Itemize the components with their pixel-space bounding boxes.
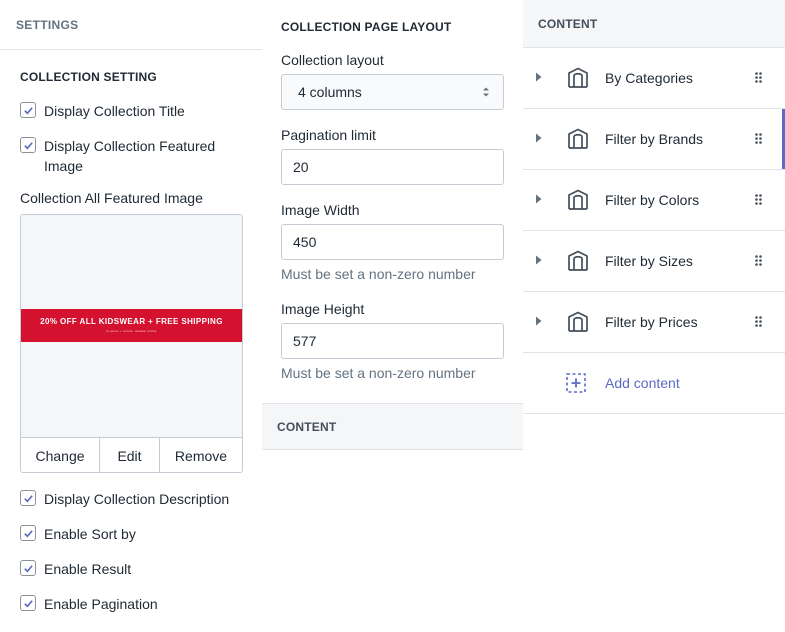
checkbox-label: Display Collection Title bbox=[44, 103, 185, 119]
collection-layout-label: Collection layout bbox=[281, 52, 384, 68]
promo-banner-image: 20% OFF ALL KIDSWEAR + FREE SHIPPING in-… bbox=[21, 309, 242, 342]
content-item-label: Filter by Sizes bbox=[605, 253, 693, 269]
image-preview: 20% OFF ALL KIDSWEAR + FREE SHIPPING in-… bbox=[21, 215, 242, 437]
section-icon bbox=[568, 128, 588, 149]
image-actions: Change Edit Remove bbox=[21, 437, 242, 472]
checkbox-label: Enable Result bbox=[44, 561, 132, 577]
enable-sort-checkbox[interactable]: Enable Sort by bbox=[20, 524, 136, 544]
banner-text: 20% OFF ALL KIDSWEAR + FREE SHIPPING bbox=[40, 317, 223, 326]
caret-right-icon[interactable] bbox=[535, 133, 543, 143]
pagination-limit-input[interactable]: 20 bbox=[281, 149, 504, 185]
drag-handle-icon[interactable] bbox=[755, 194, 762, 205]
section-icon bbox=[568, 250, 588, 271]
checkbox-label: Enable Sort by bbox=[44, 526, 136, 542]
content-header: CONTENT bbox=[523, 0, 785, 48]
content-item-label: Filter by Brands bbox=[605, 131, 704, 147]
settings-panel: SETTINGS COLLECTION SETTING Display Coll… bbox=[0, 0, 262, 632]
image-height-help: Must be set a non-zero number bbox=[281, 365, 476, 381]
checkbox-label: Display Collection Description bbox=[44, 491, 230, 507]
content-section-header: CONTENT bbox=[262, 403, 523, 450]
collection-page-layout-title: COLLECTION PAGE LAYOUT bbox=[281, 20, 452, 34]
caret-right-icon[interactable] bbox=[535, 194, 543, 204]
pagination-limit-label: Pagination limit bbox=[281, 127, 376, 143]
enable-pagination-checkbox[interactable]: Enable Pagination bbox=[20, 594, 158, 614]
content-item-label: Filter by Prices bbox=[605, 314, 698, 330]
banner-subtext: in-store + online. details online bbox=[106, 329, 157, 333]
add-content-button[interactable]: Add content bbox=[523, 353, 785, 414]
caret-right-icon[interactable] bbox=[535, 316, 543, 326]
image-height-input[interactable]: 577 bbox=[281, 323, 504, 359]
checkbox-checked-icon[interactable] bbox=[20, 595, 36, 611]
section-icon bbox=[568, 311, 588, 332]
checkbox-checked-icon[interactable] bbox=[20, 525, 36, 541]
display-description-checkbox[interactable]: Display Collection Description bbox=[20, 489, 229, 509]
section-icon bbox=[568, 67, 588, 88]
content-item-by-categories[interactable]: By Categories bbox=[523, 48, 785, 109]
display-collection-title-checkbox[interactable]: Display Collection Title bbox=[20, 101, 185, 121]
checkbox-checked-icon[interactable] bbox=[20, 560, 36, 576]
drag-handle-icon[interactable] bbox=[755, 133, 762, 144]
collection-setting-title: COLLECTION SETTING bbox=[20, 70, 157, 84]
featured-image-picker: 20% OFF ALL KIDSWEAR + FREE SHIPPING in-… bbox=[20, 214, 243, 473]
collection-layout-select[interactable]: 4 columns bbox=[281, 74, 504, 110]
select-arrows-icon bbox=[483, 87, 489, 97]
image-width-input[interactable]: 450 bbox=[281, 224, 504, 260]
image-height-label: Image Height bbox=[281, 301, 365, 317]
checkbox-label: Enable Pagination bbox=[44, 596, 158, 612]
settings-header: SETTINGS bbox=[0, 0, 262, 50]
checkbox-label: Display Collection Featured Image bbox=[44, 138, 216, 174]
featured-image-label: Collection All Featured Image bbox=[20, 190, 203, 206]
drag-handle-icon[interactable] bbox=[755, 72, 762, 83]
caret-right-icon[interactable] bbox=[535, 72, 543, 82]
drag-handle-icon[interactable] bbox=[755, 316, 762, 327]
drag-handle-icon[interactable] bbox=[755, 255, 762, 266]
display-featured-image-checkbox[interactable]: Display Collection Featured Image bbox=[20, 136, 230, 176]
add-section-icon bbox=[566, 373, 586, 393]
layout-panel: COLLECTION PAGE LAYOUT Collection layout… bbox=[262, 0, 523, 632]
section-icon bbox=[568, 189, 588, 210]
remove-image-button[interactable]: Remove bbox=[160, 438, 242, 472]
caret-right-icon[interactable] bbox=[535, 255, 543, 265]
content-item-label: Filter by Colors bbox=[605, 192, 700, 208]
content-item-filter-by-colors[interactable]: Filter by Colors bbox=[523, 170, 785, 231]
enable-result-checkbox[interactable]: Enable Result bbox=[20, 559, 131, 579]
add-content-label: Add content bbox=[605, 375, 680, 391]
content-panel: CONTENT By Categories Filter by Brands F… bbox=[523, 0, 785, 632]
content-item-filter-by-brands[interactable]: Filter by Brands bbox=[523, 109, 785, 170]
change-image-button[interactable]: Change bbox=[21, 438, 100, 472]
collection-layout-value: 4 columns bbox=[298, 84, 362, 100]
content-item-filter-by-prices[interactable]: Filter by Prices bbox=[523, 292, 785, 353]
edit-image-button[interactable]: Edit bbox=[100, 438, 160, 472]
image-width-label: Image Width bbox=[281, 202, 360, 218]
image-width-help: Must be set a non-zero number bbox=[281, 266, 476, 282]
content-item-filter-by-sizes[interactable]: Filter by Sizes bbox=[523, 231, 785, 292]
checkbox-checked-icon[interactable] bbox=[20, 102, 36, 118]
checkbox-checked-icon[interactable] bbox=[20, 137, 36, 153]
checkbox-checked-icon[interactable] bbox=[20, 490, 36, 506]
content-item-label: By Categories bbox=[605, 70, 693, 86]
